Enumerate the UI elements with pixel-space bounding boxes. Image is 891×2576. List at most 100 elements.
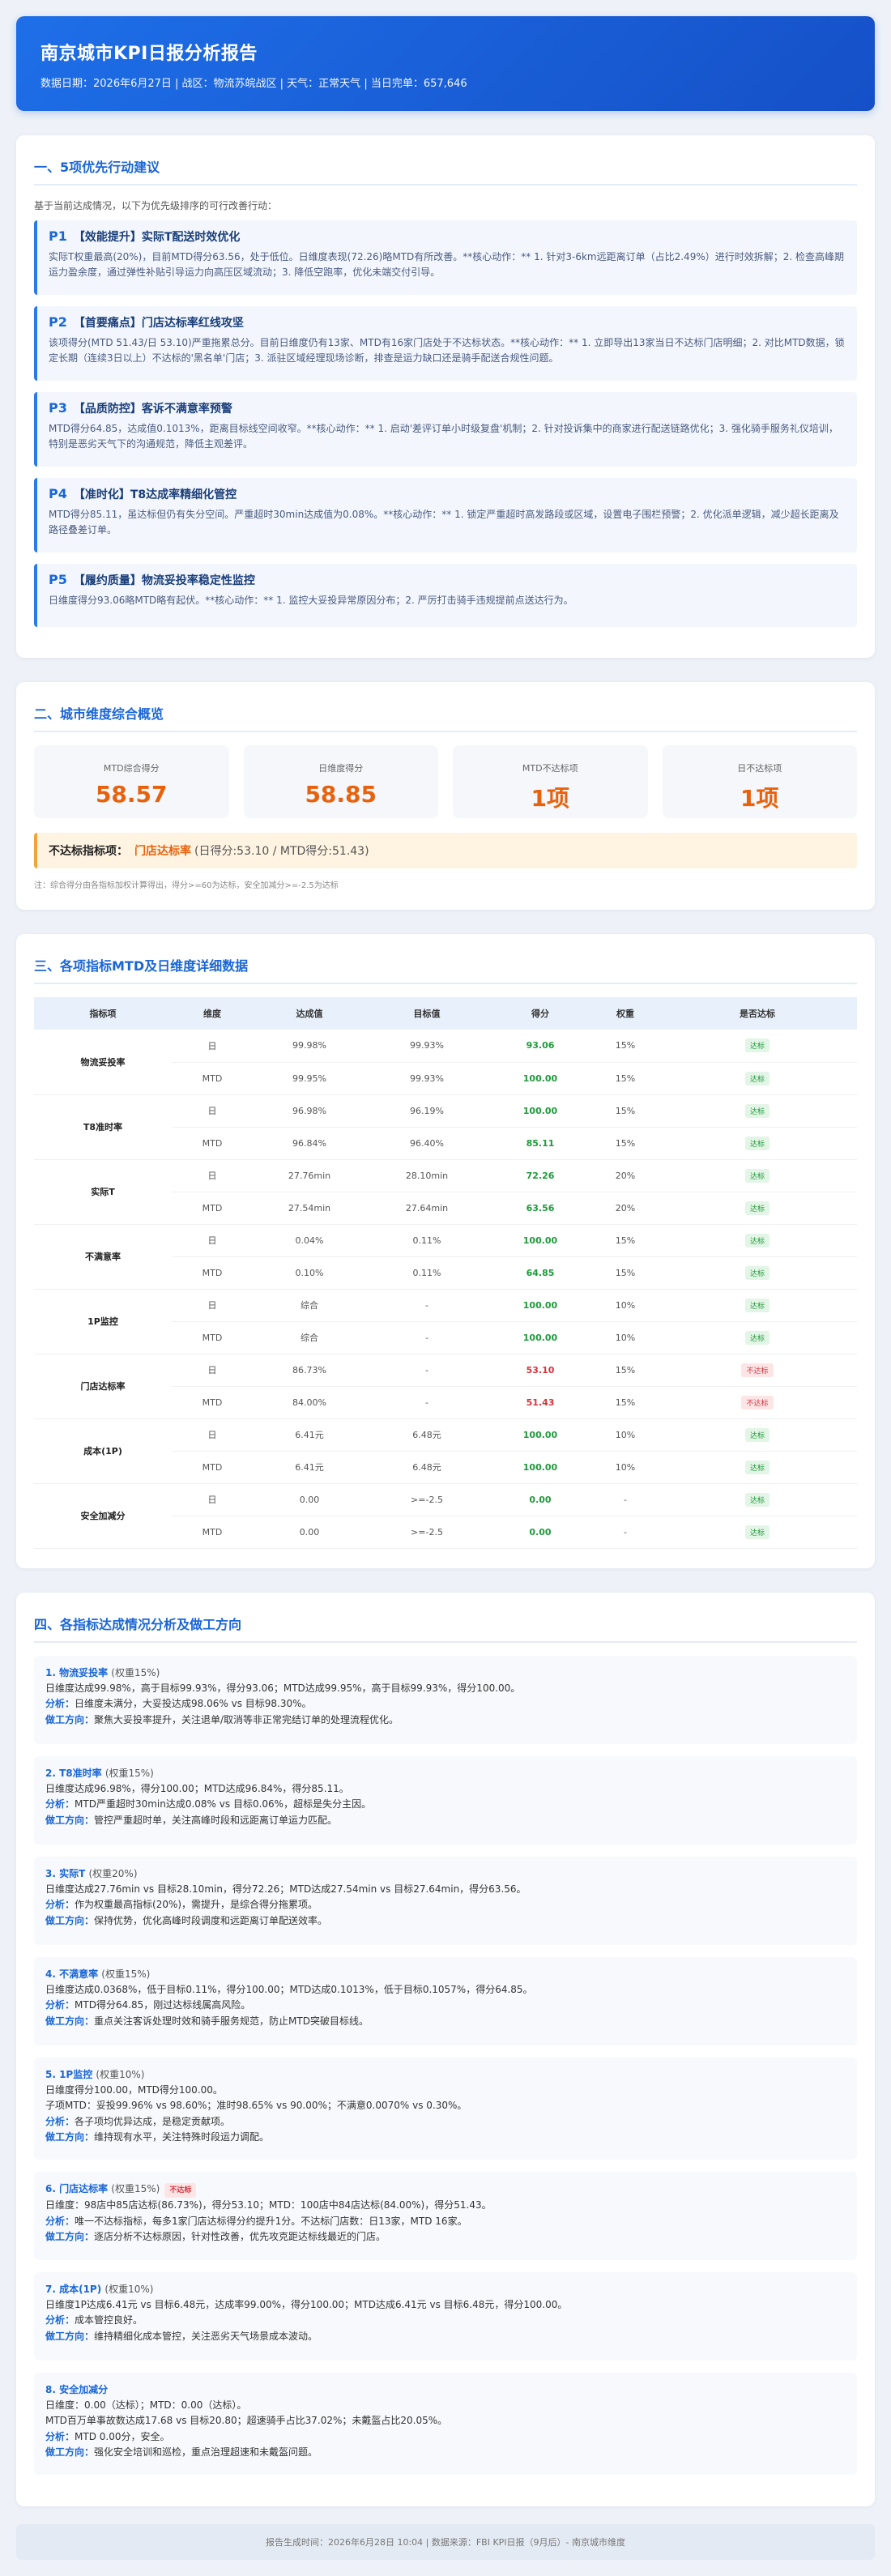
analysis-item: 5. 1P监控 (权重10%) 日维度得分100.00，MTD得分100.00。子…	[34, 2057, 857, 2160]
column-header: 得分	[488, 997, 593, 1030]
analysis-text: 各子项均优异达成，是稳定贡献项。	[75, 2115, 231, 2127]
analysis-section: 四、各指标达成情况分析及做工方向 1. 物流妥投率 (权重15%) 日维度达成99…	[16, 1592, 875, 2506]
weight-cell: 15%	[593, 1062, 658, 1095]
analysis-text: 成本管控良好。	[75, 2314, 143, 2327]
analysis-heading-text: 1. 物流妥投率	[45, 1666, 109, 1678]
dimension-cell: MTD	[172, 1256, 253, 1290]
score-cell: 93.06	[488, 1030, 593, 1063]
target-cell: 6.48元	[366, 1418, 488, 1452]
analysis-item: 7. 成本(1P) (权重10%) 日维度1P达成6.41元 vs 目标6.48元…	[34, 2271, 857, 2361]
analysis-weight: (权重15%)	[111, 1666, 160, 1678]
analysis-line: 日维度达成0.0368%，低于目标0.11%，得分100.00；MTD达成0.1…	[45, 1983, 533, 1995]
score-cell: 100.00	[488, 1451, 593, 1484]
status-badge: 达标	[744, 1168, 770, 1183]
analysis-label: 分析：	[45, 1698, 75, 1710]
analysis-heading-text: 2. T8准时率	[45, 1767, 102, 1779]
dimension-cell: MTD	[172, 1451, 253, 1484]
dimension-cell: MTD	[172, 1062, 253, 1095]
status-badge: 不达标	[741, 1395, 774, 1410]
status-cell: 达标	[658, 1030, 857, 1063]
analysis-weight: (权重15%)	[104, 1767, 154, 1779]
target-cell: 0.11%	[366, 1256, 488, 1290]
action-title-text: 【履约质量】物流妥投率稳定性监控	[73, 574, 255, 587]
target-cell: -	[366, 1289, 488, 1322]
actual-cell: 0.00	[253, 1516, 366, 1549]
status-cell: 达标	[658, 1256, 857, 1290]
direction-text: 聚焦大妥投率提升，关注退单/取消等非正常完结订单的处理流程优化。	[94, 1713, 399, 1725]
status-cell: 达标	[658, 1418, 857, 1452]
status-badge: 达标	[744, 1525, 770, 1539]
overview-note: 注：综合得分由各指标加权计算得出，得分>=60为达标，安全加减分>=-2.5为达…	[34, 881, 339, 890]
analysis-text: MTD严重超时30min达成0.08% vs 目标0.06%，超标是失分主因。	[75, 1798, 372, 1810]
weight-cell: -	[593, 1483, 658, 1516]
weight-cell: 20%	[593, 1192, 658, 1225]
indicator-cell: 物流妥投率	[34, 1030, 172, 1095]
fail-notice-detail: (日得分:53.10 / MTD得分:51.43)	[194, 845, 369, 858]
action-title: P3 【品质防控】客诉不满意率预警	[49, 400, 846, 416]
target-cell: 27.64min	[366, 1192, 488, 1225]
target-cell: -	[366, 1386, 488, 1419]
action-priority: P5	[49, 572, 67, 587]
direction-note: 做工方向：逐店分析不达标原因，针对性改善，优先攻克距达标线最近的门店。	[45, 2229, 846, 2245]
status-cell: 达标	[658, 1483, 857, 1516]
score-cell: 100.00	[488, 1094, 593, 1128]
direction-label: 做工方向：	[45, 2015, 95, 2027]
analysis-section-title: 四、各指标达成情况分析及做工方向	[34, 1614, 857, 1643]
target-cell: 99.93%	[366, 1030, 488, 1063]
direction-note: 做工方向：维持现有水平，关注特殊时段运力调配。	[45, 2130, 846, 2145]
dimension-cell: 日	[172, 1094, 253, 1128]
analysis-line: 日维度得分100.00，MTD得分100.00。	[45, 2083, 223, 2096]
indicator-cell: 门店达标率	[34, 1354, 172, 1419]
detail-section-title: 三、各项指标MTD及日维度详细数据	[34, 955, 857, 984]
score-cell: 53.10	[488, 1354, 593, 1387]
action-title: P5 【履约质量】物流妥投率稳定性监控	[49, 572, 846, 588]
detail-section: 三、各项指标MTD及日维度详细数据 指标项 维度 达成值 目标值 得分 权重 是…	[16, 934, 875, 1568]
analysis-weight: (权重20%)	[88, 1867, 138, 1879]
analysis-note: 分析：MTD 0.00分，安全。	[45, 2429, 846, 2445]
table-row: 物流妥投率日 99.98% 99.93% 93.06 15% 达标	[34, 1030, 857, 1095]
actions-section-title: 一、5项优先行动建议	[34, 156, 857, 186]
target-cell: 96.19%	[366, 1094, 488, 1128]
table-row: 不满意率日 0.04% 0.11% 100.00 15% 达标	[34, 1224, 857, 1290]
kpi-label: MTD综合得分	[103, 763, 160, 774]
direction-text: 保持优势，优化高峰时段调度和远距离订单配送效率。	[94, 1914, 328, 1926]
analysis-note: 分析：MTD得分64.85，刚过达标线属高风险。	[45, 1998, 846, 2013]
analysis-item: 3. 实际T (权重20%) 日维度达成27.76min vs 目标28.10mi…	[34, 1856, 857, 1945]
actual-cell: 27.76min	[253, 1159, 366, 1192]
action-priority: P2	[49, 314, 67, 330]
analysis-list: 1. 物流妥投率 (权重15%) 日维度达成99.98%，高于目标99.93%，得…	[34, 1655, 857, 2475]
actual-cell: 96.98%	[253, 1094, 366, 1128]
weight-cell: 15%	[593, 1256, 658, 1290]
direction-text: 维持精细化成本管控，关注恶劣天气场景成本波动。	[94, 2330, 318, 2342]
target-cell: -	[366, 1354, 488, 1387]
target-cell: -	[366, 1321, 488, 1354]
status-badge: 达标	[744, 1265, 770, 1280]
analysis-heading-text: 4. 不满意率	[45, 1968, 99, 1980]
kpi-label: 日维度得分	[318, 763, 364, 774]
analysis-label: 分析：	[45, 2215, 75, 2227]
action-item: P4 【准时化】T8达成率精细化管控 MTD得分85.11，虽达标但仍有失分空间。严…	[34, 478, 857, 552]
direction-label: 做工方向：	[45, 2330, 95, 2342]
analysis-item: 2. T8准时率 (权重15%) 日维度达成96.98%，得分100.00；MTD…	[34, 1755, 857, 1845]
score-cell: 100.00	[488, 1289, 593, 1322]
weight-cell: 15%	[593, 1127, 658, 1160]
direction-text: 管控严重超时单，关注高峰时段和远距离订单运力匹配。	[94, 1814, 338, 1826]
fail-notice-value: 门店达标率	[134, 845, 191, 858]
status-badge: 达标	[744, 1136, 770, 1150]
column-header: 是否达标	[658, 997, 857, 1030]
kpi-cards: MTD综合得分 58.57 日维度得分 58.85 MTD不达标项 1项 日不达…	[34, 745, 857, 818]
analysis-heading: 5. 1P监控 (权重10%)	[45, 2067, 846, 2083]
action-body: MTD得分85.11，虽达标但仍有失分空间。严重超时30min达成值为0.08%…	[49, 509, 839, 535]
analysis-text: 唯一不达标指标，每多1家门店达标得分约提升1分。不达标门店数：日13家，MTD …	[75, 2215, 467, 2227]
table-row: T8准时率日 96.98% 96.19% 100.00 15% 达标	[34, 1094, 857, 1160]
analysis-note: 分析：成本管控良好。	[45, 2313, 846, 2328]
weight-cell: 15%	[593, 1224, 658, 1257]
report-header: 南京城市KPI日报分析报告 数据日期：2026年6月27日 | 战区：物流苏皖战…	[16, 16, 875, 111]
score-cell: 85.11	[488, 1127, 593, 1160]
analysis-label: 分析：	[45, 2314, 75, 2327]
dimension-cell: 日	[172, 1224, 253, 1257]
status-cell: 达标	[658, 1224, 857, 1257]
weight-cell: 15%	[593, 1386, 658, 1419]
score-cell: 72.26	[488, 1159, 593, 1192]
analysis-text: MTD得分64.85，刚过达标线属高风险。	[75, 1999, 251, 2011]
